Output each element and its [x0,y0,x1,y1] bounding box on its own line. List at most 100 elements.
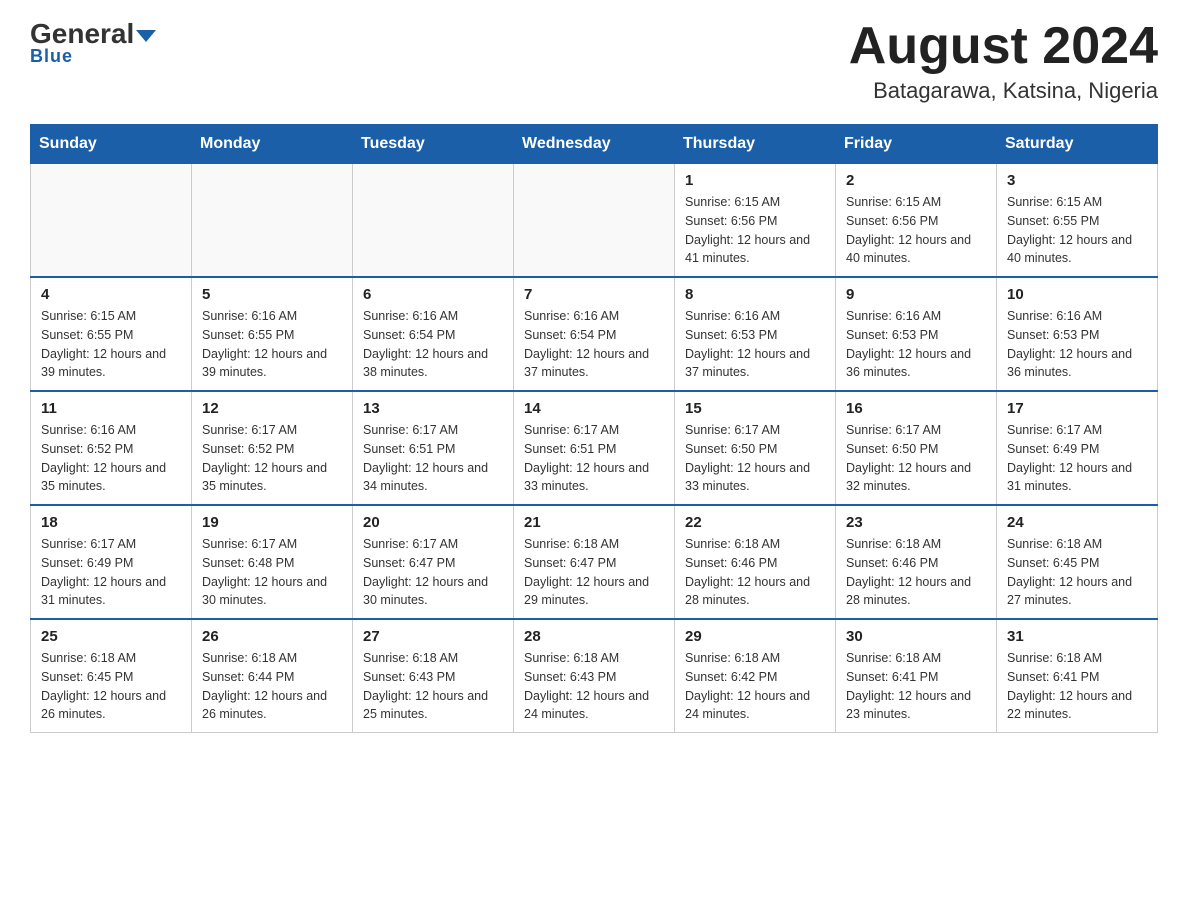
calendar-cell: 22Sunrise: 6:18 AMSunset: 6:46 PMDayligh… [675,505,836,619]
column-header-friday: Friday [836,125,997,164]
day-info: Sunrise: 6:16 AMSunset: 6:53 PMDaylight:… [685,307,825,382]
calendar-cell: 21 Sunrise: 6:18 AMSunset: 6:47 PMDayligh… [514,505,675,619]
day-number: 20 [363,514,503,531]
day-info: Sunrise: 6:18 AMSunset: 6:45 PMDaylight:… [41,649,181,724]
day-number: 16 [846,400,986,417]
calendar-cell: 11 Sunrise: 6:16 AMSunset: 6:52 PMDayligh… [31,391,192,505]
day-number: 29 [685,628,825,645]
calendar-cell: 31 Sunrise: 6:18 AMSunset: 6:41 PMDayligh… [997,619,1158,733]
column-header-thursday: Thursday [675,125,836,164]
calendar-cell: 29 Sunrise: 6:18 AMSunset: 6:42 PMDayligh… [675,619,836,733]
calendar-cell: 28 Sunrise: 6:18 AMSunset: 6:43 PMDayligh… [514,619,675,733]
day-number: 11 [41,400,181,417]
day-number: 8 [685,286,825,303]
calendar-cell [353,164,514,278]
column-header-saturday: Saturday [997,125,1158,164]
calendar-cell: 17Sunrise: 6:17 AMSunset: 6:49 PMDayligh… [997,391,1158,505]
day-number: 24 [1007,514,1147,531]
calendar-cell: 16 Sunrise: 6:17 AMSunset: 6:50 PMDayligh… [836,391,997,505]
calendar-cell: 6Sunrise: 6:16 AMSunset: 6:54 PMDaylight… [353,277,514,391]
calendar-cell: 8 Sunrise: 6:16 AMSunset: 6:53 PMDaylight… [675,277,836,391]
day-number: 10 [1007,286,1147,303]
day-info: Sunrise: 6:16 AMSunset: 6:52 PMDaylight:… [41,421,181,496]
day-info: Sunrise: 6:18 AMSunset: 6:43 PMDaylight:… [524,649,664,724]
logo-general: General [30,20,156,48]
calendar-cell: 15Sunrise: 6:17 AMSunset: 6:50 PMDayligh… [675,391,836,505]
month-year-title: August 2024 [849,20,1158,72]
logo: General Blue [30,20,156,67]
day-info: Sunrise: 6:15 AMSunset: 6:55 PMDaylight:… [1007,193,1147,268]
column-header-sunday: Sunday [31,125,192,164]
calendar-cell: 1Sunrise: 6:15 AMSunset: 6:56 PMDaylight… [675,164,836,278]
calendar-week-row: 11 Sunrise: 6:16 AMSunset: 6:52 PMDayligh… [31,391,1158,505]
calendar-cell: 13Sunrise: 6:17 AMSunset: 6:51 PMDayligh… [353,391,514,505]
logo-triangle-icon [136,30,156,42]
title-section: August 2024 Batagarawa, Katsina, Nigeria [849,20,1158,104]
day-number: 4 [41,286,181,303]
day-info: Sunrise: 6:18 AMSunset: 6:42 PMDaylight:… [685,649,825,724]
calendar-week-row: 25Sunrise: 6:18 AMSunset: 6:45 PMDayligh… [31,619,1158,733]
day-info: Sunrise: 6:17 AMSunset: 6:47 PMDaylight:… [363,535,503,610]
day-number: 30 [846,628,986,645]
day-number: 18 [41,514,181,531]
day-info: Sunrise: 6:18 AMSunset: 6:45 PMDaylight:… [1007,535,1147,610]
calendar-cell: 24 Sunrise: 6:18 AMSunset: 6:45 PMDayligh… [997,505,1158,619]
day-info: Sunrise: 6:16 AMSunset: 6:53 PMDaylight:… [1007,307,1147,382]
calendar-cell [514,164,675,278]
day-info: Sunrise: 6:16 AMSunset: 6:54 PMDaylight:… [524,307,664,382]
calendar-cell: 23 Sunrise: 6:18 AMSunset: 6:46 PMDayligh… [836,505,997,619]
day-info: Sunrise: 6:17 AMSunset: 6:51 PMDaylight:… [363,421,503,496]
column-header-monday: Monday [192,125,353,164]
day-number: 6 [363,286,503,303]
calendar-week-row: 1Sunrise: 6:15 AMSunset: 6:56 PMDaylight… [31,164,1158,278]
day-info: Sunrise: 6:15 AMSunset: 6:55 PMDaylight:… [41,307,181,382]
day-number: 26 [202,628,342,645]
calendar-cell: 3 Sunrise: 6:15 AMSunset: 6:55 PMDaylight… [997,164,1158,278]
day-number: 27 [363,628,503,645]
day-number: 7 [524,286,664,303]
day-info: Sunrise: 6:17 AMSunset: 6:52 PMDaylight:… [202,421,342,496]
calendar-cell: 25Sunrise: 6:18 AMSunset: 6:45 PMDayligh… [31,619,192,733]
calendar-cell: 10 Sunrise: 6:16 AMSunset: 6:53 PMDayligh… [997,277,1158,391]
day-info: Sunrise: 6:17 AMSunset: 6:51 PMDaylight:… [524,421,664,496]
day-info: Sunrise: 6:16 AMSunset: 6:53 PMDaylight:… [846,307,986,382]
day-number: 21 [524,514,664,531]
calendar-cell: 4 Sunrise: 6:15 AMSunset: 6:55 PMDaylight… [31,277,192,391]
column-header-wednesday: Wednesday [514,125,675,164]
calendar-cell [31,164,192,278]
day-info: Sunrise: 6:18 AMSunset: 6:43 PMDaylight:… [363,649,503,724]
day-number: 17 [1007,400,1147,417]
calendar-week-row: 4 Sunrise: 6:15 AMSunset: 6:55 PMDaylight… [31,277,1158,391]
day-info: Sunrise: 6:17 AMSunset: 6:49 PMDaylight:… [41,535,181,610]
calendar-cell: 27 Sunrise: 6:18 AMSunset: 6:43 PMDayligh… [353,619,514,733]
calendar-week-row: 18 Sunrise: 6:17 AMSunset: 6:49 PMDayligh… [31,505,1158,619]
day-number: 23 [846,514,986,531]
day-number: 3 [1007,172,1147,189]
calendar-cell: 19 Sunrise: 6:17 AMSunset: 6:48 PMDayligh… [192,505,353,619]
day-info: Sunrise: 6:15 AMSunset: 6:56 PMDaylight:… [685,193,825,268]
day-number: 31 [1007,628,1147,645]
day-info: Sunrise: 6:17 AMSunset: 6:50 PMDaylight:… [846,421,986,496]
location-subtitle: Batagarawa, Katsina, Nigeria [849,78,1158,104]
day-info: Sunrise: 6:18 AMSunset: 6:47 PMDaylight:… [524,535,664,610]
day-number: 15 [685,400,825,417]
day-number: 14 [524,400,664,417]
calendar-header-row: SundayMondayTuesdayWednesdayThursdayFrid… [31,125,1158,164]
calendar-cell [192,164,353,278]
day-info: Sunrise: 6:17 AMSunset: 6:48 PMDaylight:… [202,535,342,610]
day-info: Sunrise: 6:18 AMSunset: 6:41 PMDaylight:… [846,649,986,724]
page-header: General Blue August 2024 Batagarawa, Kat… [30,20,1158,104]
day-number: 9 [846,286,986,303]
calendar-cell: 12Sunrise: 6:17 AMSunset: 6:52 PMDayligh… [192,391,353,505]
calendar-cell: 26Sunrise: 6:18 AMSunset: 6:44 PMDayligh… [192,619,353,733]
day-number: 19 [202,514,342,531]
calendar-cell: 20 Sunrise: 6:17 AMSunset: 6:47 PMDayligh… [353,505,514,619]
day-info: Sunrise: 6:18 AMSunset: 6:41 PMDaylight:… [1007,649,1147,724]
calendar-cell: 5Sunrise: 6:16 AMSunset: 6:55 PMDaylight… [192,277,353,391]
column-header-tuesday: Tuesday [353,125,514,164]
day-info: Sunrise: 6:18 AMSunset: 6:46 PMDaylight:… [846,535,986,610]
calendar-cell: 2Sunrise: 6:15 AMSunset: 6:56 PMDaylight… [836,164,997,278]
calendar-cell: 9 Sunrise: 6:16 AMSunset: 6:53 PMDaylight… [836,277,997,391]
day-info: Sunrise: 6:16 AMSunset: 6:55 PMDaylight:… [202,307,342,382]
day-number: 28 [524,628,664,645]
